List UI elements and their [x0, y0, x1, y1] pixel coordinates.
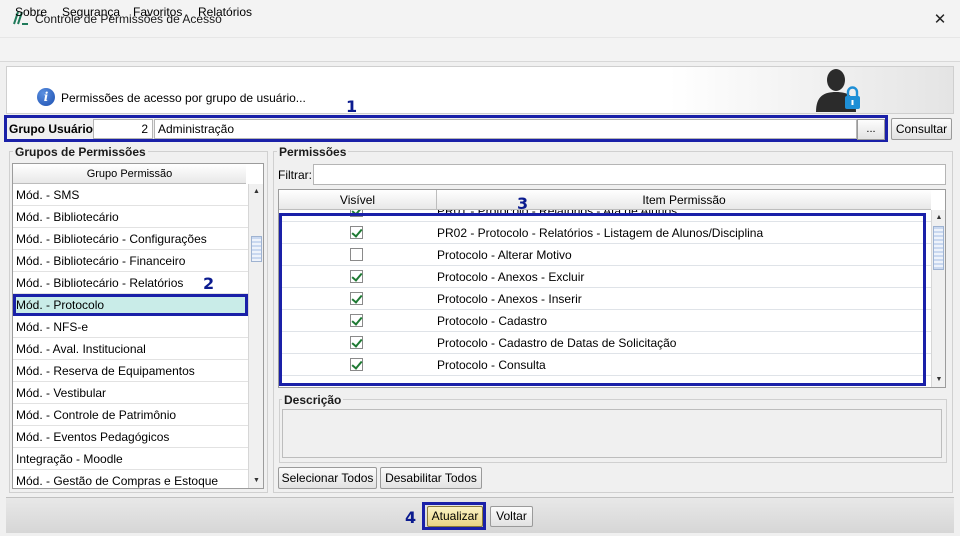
callout-2: 2: [203, 274, 215, 293]
voltar-button[interactable]: Voltar: [490, 506, 533, 527]
menu-favoritos[interactable]: Favoritos: [133, 5, 182, 19]
menu-relatorios[interactable]: Relatórios: [198, 5, 252, 19]
descricao-field[interactable]: [282, 409, 942, 458]
banner-text: Permissões de acesso por grupo de usuári…: [61, 91, 306, 105]
user-lock-icon: [816, 69, 860, 112]
permissoes-scroll-thumb[interactable]: [933, 226, 944, 270]
grupo-list-item[interactable]: Mód. - Reserva de Equipamentos: [13, 360, 248, 382]
scroll-up-icon[interactable]: ▲: [249, 184, 263, 200]
grupo-permissao-column-header[interactable]: Grupo Permissão: [13, 164, 246, 184]
grupo-list-item[interactable]: Mód. - Bibliotecário - Configurações: [13, 228, 248, 250]
desabilitar-todos-button[interactable]: Desabilitar Todos: [380, 467, 482, 489]
grupos-scroll-thumb[interactable]: [251, 236, 262, 262]
atualizar-button[interactable]: Atualizar: [427, 506, 483, 527]
grupo-list-item[interactable]: Mód. - Aval. Institucional: [13, 338, 248, 360]
permissoes-highlight: [279, 213, 926, 386]
grupo-list-item[interactable]: Mód. - Protocolo: [13, 294, 248, 316]
grupos-permissoes-title: Grupos de Permissões: [13, 145, 148, 159]
grupo-list-item[interactable]: Integração - Moodle: [13, 448, 248, 470]
scroll-down-icon[interactable]: ▼: [249, 473, 263, 488]
grupo-usuario-label: Grupo Usuário:: [9, 122, 98, 136]
grupo-list-item[interactable]: Mód. - Vestibular: [13, 382, 248, 404]
filtrar-label: Filtrar:: [278, 168, 312, 182]
menu-seguranca[interactable]: Segurança: [62, 5, 120, 19]
grupos-permissoes-list[interactable]: Grupo Permissão Mód. - SMS Mód. - Bibliot…: [12, 163, 264, 489]
scroll-up-icon[interactable]: ▲: [932, 210, 945, 226]
grupo-usuario-code-field[interactable]: 2: [93, 119, 153, 139]
grupo-lookup-button[interactable]: ...: [857, 119, 885, 140]
grupo-list-item[interactable]: Mód. - Gestão de Compras e Estoque: [13, 470, 248, 488]
consultar-button[interactable]: Consultar: [891, 118, 952, 140]
visivel-column-header[interactable]: Visível: [279, 190, 437, 210]
grupo-list-item[interactable]: Mód. - NFS-e: [13, 316, 248, 338]
menu-bar: [0, 38, 960, 62]
info-icon: i: [37, 88, 55, 106]
selecionar-todos-button[interactable]: Selecionar Todos: [278, 467, 377, 489]
filtrar-input[interactable]: [313, 164, 946, 185]
permissoes-grid-header: Visível Item Permissão: [279, 190, 931, 210]
callout-1: 1: [346, 97, 358, 116]
grupo-usuario-name-field[interactable]: Administração: [154, 119, 857, 139]
grupo-list-item[interactable]: Mód. - Bibliotecário - Financeiro: [13, 250, 248, 272]
grupo-list-item[interactable]: Mód. - Bibliotecário: [13, 206, 248, 228]
grupo-list-item[interactable]: Mód. - Controle de Patrimônio: [13, 404, 248, 426]
scroll-down-icon[interactable]: ▼: [932, 372, 945, 387]
item-permissao-column-header[interactable]: Item Permissão: [437, 190, 931, 210]
close-icon[interactable]: ✕: [926, 6, 954, 32]
grupos-rows: Mód. - SMS Mód. - Bibliotecário Mód. - Bib…: [13, 184, 248, 488]
menu-sobre[interactable]: Sobre: [15, 5, 47, 19]
grupo-list-item[interactable]: Mód. - Eventos Pedagógicos: [13, 426, 248, 448]
grupos-scrollbar[interactable]: ▲ ▼: [248, 184, 263, 488]
callout-3: 3: [517, 194, 529, 213]
permissoes-title: Permissões: [277, 145, 349, 159]
permissoes-scrollbar[interactable]: ▲ ▼: [931, 210, 945, 387]
descricao-title: Descrição: [282, 393, 344, 407]
grupo-list-item[interactable]: Mód. - SMS: [13, 184, 248, 206]
callout-4: 4: [405, 508, 417, 527]
